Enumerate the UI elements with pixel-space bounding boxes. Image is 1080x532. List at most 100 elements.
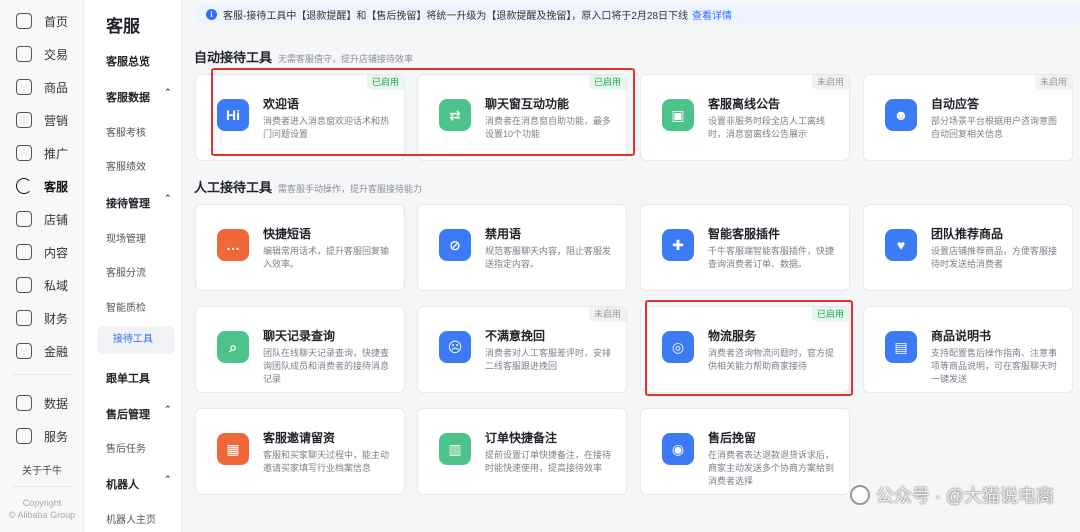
wallet-icon	[16, 310, 32, 326]
rail-divider	[12, 374, 72, 375]
tool-card-description: 千牛客服端智能客服插件，快捷查询消费者订单、数据。	[708, 246, 835, 269]
sidebar-item-follow[interactable]: 跟单工具	[106, 370, 150, 386]
rail-item-7[interactable]: 内容	[0, 238, 84, 266]
tool-card[interactable]: ▤ 商品说明书 支持配置售后操作指南、注意事项等商品说明，可在客服聊天时一键发送	[863, 306, 1073, 393]
tool-card-title: 不满意挽回	[485, 329, 546, 343]
sidebar-item-reception-tools[interactable]: 接待工具	[98, 326, 174, 354]
hashtag-icon	[16, 277, 32, 293]
rail-item-label: 营销	[44, 113, 69, 128]
tool-card[interactable]: ☻ 自动应答 部分场景平台根据用户咨询意图自动回复相关信息 未启用	[863, 74, 1073, 161]
tool-card[interactable]: ⊘ 禁用语 规范客服聊天内容，阻止客服发送指定内容。	[417, 204, 627, 291]
rail-item-label: 财务	[44, 311, 69, 326]
tool-card[interactable]: Hi 欢迎语 消费者进入消息窗欢迎话术和热门问题设置 已启用	[195, 74, 405, 161]
notice-link[interactable]: 查看详情	[692, 7, 732, 22]
tool-card[interactable]: ✚ 智能客服插件 千牛客服端智能客服插件，快捷查询消费者订单、数据。	[640, 204, 850, 291]
rail-item-9[interactable]: 财务	[0, 304, 84, 332]
lightbulb-icon	[16, 145, 32, 161]
tool-card-description: 提前设置订单快捷备注，在接待时能快速使用，提高接待效率	[485, 450, 612, 473]
manual-section-subtitle: 需客服手动操作，提升客服接待能力	[278, 184, 423, 194]
info-icon: i	[206, 8, 217, 20]
home-icon	[16, 13, 32, 29]
tool-icon: ✚	[662, 229, 694, 261]
tool-icon: ⌕	[217, 331, 249, 363]
tool-icon: Hi	[217, 99, 249, 131]
tool-card-description: 设置非服务时段全店人工离线时，消息窗离线公告展示	[708, 116, 826, 139]
copyright-text: © Alibaba Group	[8, 510, 76, 520]
rail-item-12[interactable]: 服务	[0, 422, 84, 450]
tool-card-title: 聊天窗互动功能	[485, 97, 570, 111]
chevron-up-icon: ⌃	[164, 474, 172, 484]
tool-card-description: 消费者咨询物流问题时，官方提供相关能力帮助商家接待	[708, 348, 835, 371]
sidebar-group-data[interactable]: 客服数据 ⌃	[106, 87, 172, 105]
sidebar-group-robot[interactable]: 机器人 ⌃	[106, 474, 172, 492]
rail-item-label: 店铺	[44, 212, 69, 227]
sidebar-item-overview[interactable]: 客服总览	[106, 53, 150, 69]
tool-card-description: 消费者对人工客服差评时，安排二线客服跟进挽回	[485, 348, 612, 371]
tool-icon: ☹	[439, 331, 471, 363]
tool-card-title: 欢迎语	[263, 97, 300, 111]
auto-section-subtitle: 无需客服值守，提升店铺接待效率	[278, 54, 414, 64]
tool-card-title: 团队推荐商品	[931, 227, 1004, 241]
rail-item-label: 推广	[44, 146, 69, 161]
rail-item-1[interactable]: 交易	[0, 40, 84, 68]
tool-icon: …	[217, 229, 249, 261]
sidebar-item-aftersale-task[interactable]: 售后任务	[106, 440, 146, 455]
rail-item-4[interactable]: 推广	[0, 139, 84, 167]
tool-icon: ♥	[885, 229, 917, 261]
notice-banner: i 客服-接待工具中【退款提醒】和【售后挽留】将统一升级为【退款提醒及挽留】，原…	[196, 4, 1080, 24]
tool-icon: ◎	[662, 331, 694, 363]
rail-divider	[12, 486, 72, 487]
tool-card[interactable]: ▣ 客服离线公告 设置非服务时段全店人工离线时，消息窗离线公告展示 未启用	[640, 74, 850, 161]
status-badge: 已启用	[366, 75, 404, 90]
tool-card-title: 物流服务	[708, 329, 757, 343]
tool-icon: ▦	[217, 433, 249, 465]
tool-card-title: 快捷短语	[263, 227, 312, 241]
rail-item-6[interactable]: 店铺	[0, 205, 84, 233]
rail-item-2[interactable]: 商品	[0, 73, 84, 101]
sidebar-item-performance[interactable]: 客服绩效	[106, 158, 146, 173]
rail-item-3[interactable]: 营销	[0, 106, 84, 134]
tool-icon: ⇄	[439, 99, 471, 131]
sidebar-title: 客服	[106, 17, 140, 36]
tool-icon: ▥	[439, 433, 471, 465]
rail-item-10[interactable]: 金融	[0, 337, 84, 365]
store-icon	[16, 211, 32, 227]
secondary-sidebar: 客服 客服总览 客服数据 ⌃ 客服考核 客服绩效 接待管理 ⌃ 现场管理 客服分流 …	[84, 0, 182, 532]
rail-item-label: 服务	[44, 429, 69, 444]
tool-card[interactable]: ◎ 物流服务 消费者咨询物流问题时，官方提供相关能力帮助商家接待 已启用	[640, 306, 850, 393]
rail-item-11[interactable]: 数据	[0, 389, 84, 417]
sidebar-group-aftersale[interactable]: 售后管理 ⌃	[106, 404, 172, 422]
chevron-up-icon: ⌃	[164, 193, 172, 203]
notice-text: 客服-接待工具中【退款提醒】和【售后挽留】将统一升级为【退款提醒及挽留】，原入口…	[223, 10, 689, 22]
tool-card-title: 聊天记录查询	[263, 329, 336, 343]
tool-card[interactable]: ☹ 不满意挽回 消费者对人工客服差评时，安排二线客服跟进挽回 未启用	[417, 306, 627, 393]
tool-card-description: 支持配置售后操作指南、注意事项等商品说明，可在客服聊天时一键发送	[931, 348, 1058, 384]
tool-icon: ⊘	[439, 229, 471, 261]
rail-item-8[interactable]: 私域	[0, 271, 84, 299]
content-icon	[16, 244, 32, 260]
tool-card[interactable]: ▥ 订单快捷备注 提前设置订单快捷备注，在接待时能快速使用，提高接待效率	[417, 408, 627, 495]
sidebar-item-robot-home[interactable]: 机器人主页	[106, 511, 156, 526]
box-icon	[16, 79, 32, 95]
tool-card[interactable]: ⇄ 聊天窗互动功能 消费者在消息窗自助功能，最多设置10个功能 已启用	[417, 74, 627, 161]
tool-card-title: 自动应答	[931, 97, 980, 111]
about-link[interactable]: 关于千牛	[0, 462, 84, 477]
rail-item-5[interactable]: 客服	[0, 172, 84, 200]
tool-card[interactable]: ▦ 客服邀请留资 客服和买家聊天过程中，能主动邀请买家填写行业档案信息	[195, 408, 405, 495]
tool-icon: ◉	[662, 433, 694, 465]
sidebar-item-routing[interactable]: 客服分流	[106, 264, 146, 279]
sidebar-group-reception[interactable]: 接待管理 ⌃	[106, 193, 172, 211]
sidebar-item-onsite[interactable]: 现场管理	[106, 230, 146, 245]
sidebar-item-assessment[interactable]: 客服考核	[106, 124, 146, 139]
tool-card[interactable]: ♥ 团队推荐商品 设置店铺推荐商品，方便客服接待时发送给消费者	[863, 204, 1073, 291]
grid-icon	[16, 428, 32, 444]
tool-card[interactable]: … 快捷短语 编辑常用话术，提升客服回复输入效率。	[195, 204, 405, 291]
tool-card[interactable]: ⌕ 聊天记录查询团队在线聊天记录查询，快捷查询团队成员和消费者的接待消息记录	[195, 306, 405, 393]
tool-card-description: 团队在线聊天记录查询，快捷查询团队成员和消费者的接待消息记录	[263, 348, 390, 384]
receipt-icon	[16, 46, 32, 62]
watermark-logo-icon	[849, 485, 870, 505]
sidebar-item-quality[interactable]: 智能质检	[106, 299, 146, 314]
rail-item-0[interactable]: 首页	[0, 7, 84, 35]
tool-card[interactable]: ◉ 售后挽留 在消费者表达退款退货诉求后，商家主动发送多个协商方案给到消费者选择	[640, 408, 850, 495]
chevron-up-icon: ⌃	[164, 404, 172, 414]
